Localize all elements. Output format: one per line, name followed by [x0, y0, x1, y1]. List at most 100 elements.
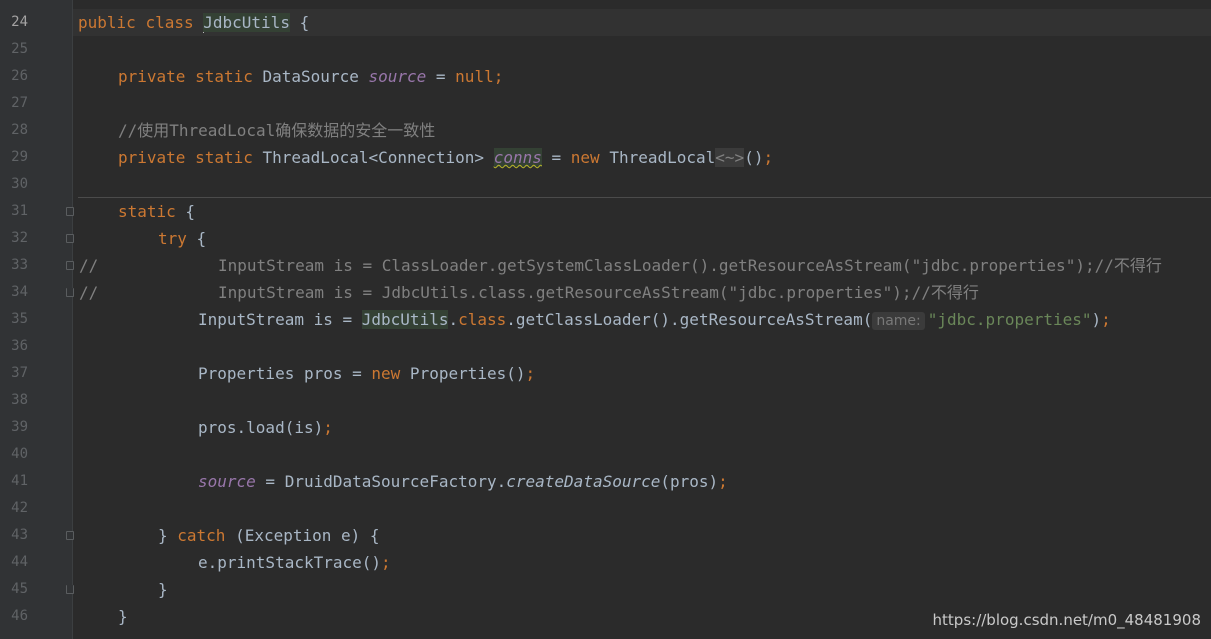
code-line[interactable]: 38 [0, 387, 1211, 414]
fold-marker-icon[interactable] [66, 261, 74, 270]
code-line[interactable]: 42 [0, 495, 1211, 522]
code-token: <~> [715, 148, 745, 167]
code-token: new [570, 148, 600, 167]
fold-marker-icon[interactable] [66, 585, 74, 594]
line-number: 43 [11, 527, 28, 543]
watermark-text: https://blog.csdn.net/m0_48481908 [932, 611, 1201, 629]
code-line[interactable]: 25 [0, 36, 1211, 63]
fold-marker-icon[interactable] [66, 207, 74, 216]
code-line[interactable]: 40 [0, 441, 1211, 468]
line-number: 37 [11, 365, 28, 381]
code-token: static [195, 148, 253, 167]
code-token: InputStream is = [198, 310, 362, 329]
code-line[interactable]: 33 // InputStream is = ClassLoader.getSyst… [0, 252, 1211, 279]
code-text[interactable]: InputStream is = ClassLoader.getSystemCl… [218, 252, 1162, 279]
code-text[interactable]: source = DruidDataSourceFactory.createDa… [198, 468, 728, 495]
code-line[interactable]: 37 Properties pros = new Properties(); [0, 360, 1211, 387]
line-number: 35 [11, 311, 28, 327]
code-text[interactable]: //使用ThreadLocal确保数据的安全一致性 [118, 117, 435, 144]
code-token: createDataSource [506, 472, 661, 491]
fold-marker-icon[interactable] [66, 531, 74, 540]
code-token: Properties() [400, 364, 526, 383]
code-text[interactable]: e.printStackTrace(); [198, 549, 391, 576]
code-token: = DruidDataSourceFactory. [255, 472, 507, 491]
code-token: JdbcUtils [361, 310, 449, 329]
code-token: ; [1101, 310, 1111, 329]
code-token: ; [381, 553, 391, 572]
line-number: 28 [11, 122, 28, 138]
fold-marker-icon[interactable] [66, 234, 74, 243]
code-token: ) [1091, 310, 1102, 329]
code-line[interactable]: 34 // InputStream is = JdbcUtils.class.get… [0, 279, 1211, 306]
gutter-comment-marker: // [79, 283, 99, 302]
parameter-hint: name: [872, 312, 925, 330]
line-number: 30 [11, 176, 28, 192]
code-line[interactable]: 44 e.printStackTrace(); [0, 549, 1211, 576]
code-text[interactable]: private static ThreadLocal<Connection> c… [118, 144, 773, 171]
code-line[interactable]: 35 InputStream is = JdbcUtils.class.getCl… [0, 306, 1211, 333]
code-token: ThreadLocal<Connection> [252, 148, 494, 167]
code-token: e.printStackTrace() [198, 553, 382, 572]
code-text[interactable]: static { [118, 198, 195, 225]
code-text[interactable]: public class JdbcUtils { [78, 9, 309, 36]
code-text[interactable]: } [158, 576, 168, 603]
code-line[interactable]: 39 pros.load(is); [0, 414, 1211, 441]
code-token: . [448, 310, 459, 329]
code-token: null [455, 67, 494, 86]
code-token: DataSource [252, 67, 369, 86]
code-line[interactable]: 28 //使用ThreadLocal确保数据的安全一致性 [0, 117, 1211, 144]
fold-marker-icon[interactable] [66, 288, 74, 297]
code-token: try [158, 229, 187, 248]
code-text[interactable]: } catch (Exception e) { [158, 522, 380, 549]
code-token: ThreadLocal [599, 148, 716, 167]
line-number: 32 [11, 230, 28, 246]
line-number: 42 [11, 500, 28, 516]
code-line[interactable]: 24 public class JdbcUtils { [0, 9, 1211, 36]
code-editor[interactable]: 24 public class JdbcUtils { 25 26 private st… [0, 0, 1211, 639]
code-line[interactable]: 45} [0, 576, 1211, 603]
code-token: (Exception e) { [225, 526, 380, 545]
code-line[interactable]: 30 [0, 171, 1211, 198]
code-line[interactable]: 36 [0, 333, 1211, 360]
code-token: "jdbc.properties" [927, 310, 1092, 329]
code-token: { [175, 202, 196, 221]
code-token: source [368, 67, 427, 86]
code-token: private [118, 67, 186, 86]
code-text[interactable]: try { [158, 225, 206, 252]
code-token: new [371, 364, 401, 383]
code-line[interactable]: 43 } catch (Exception e) { [0, 522, 1211, 549]
code-token: } [118, 607, 128, 626]
code-line[interactable]: 27 [0, 90, 1211, 117]
code-token: conns [493, 148, 542, 167]
code-text[interactable]: InputStream is = JdbcUtils.class.getReso… [218, 279, 979, 306]
code-token: InputStream is = JdbcUtils.class.getReso… [218, 283, 979, 302]
line-number: 26 [11, 68, 28, 84]
code-token: ; [718, 472, 728, 491]
code-token: catch [177, 526, 226, 545]
line-number: 36 [11, 338, 28, 354]
code-token: public [78, 13, 136, 32]
code-token: //使用ThreadLocal确保数据的安全一致性 [118, 121, 436, 140]
line-number: 33 [11, 257, 28, 273]
code-text[interactable]: pros.load(is); [198, 414, 333, 441]
code-text[interactable]: InputStream is = JdbcUtils.class.getClas… [198, 306, 1111, 335]
code-line[interactable]: 41 source = DruidDataSourceFactory.create… [0, 468, 1211, 495]
line-number: 29 [11, 149, 28, 165]
code-line[interactable]: 29 private static ThreadLocal<Connection>… [0, 144, 1211, 171]
code-text[interactable]: } [118, 603, 128, 630]
code-text[interactable]: private static DataSource source = null; [118, 63, 503, 90]
code-token: { [186, 229, 207, 248]
code-line[interactable]: 26 private static DataSource source = nul… [0, 63, 1211, 90]
code-text[interactable]: Properties pros = new Properties(); [198, 360, 535, 387]
code-line[interactable]: 32 try { [0, 225, 1211, 252]
code-token: (pros) [660, 472, 719, 491]
line-number: 25 [11, 41, 28, 57]
code-line[interactable]: 31 static { [0, 198, 1211, 225]
line-number: 34 [11, 284, 28, 300]
code-token: InputStream is = ClassLoader.getSystemCl… [218, 256, 1162, 275]
line-number: 45 [11, 581, 28, 597]
code-token: pros.load(is) [198, 418, 324, 437]
line-number: 24 [11, 14, 28, 30]
